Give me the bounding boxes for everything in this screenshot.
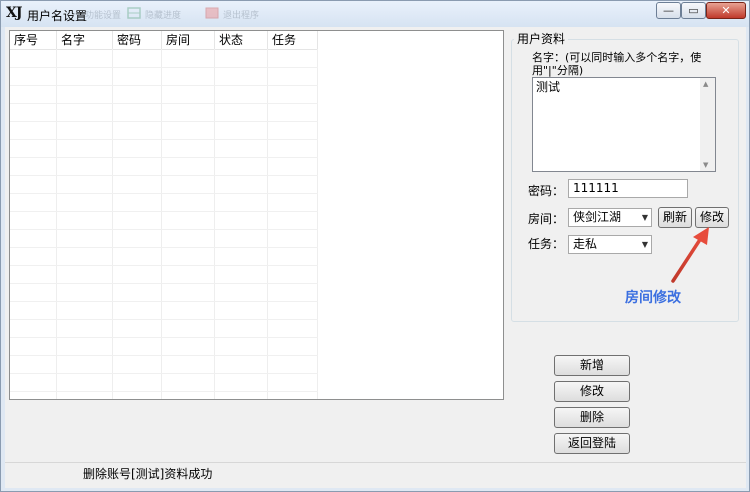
window-title: 用户名设置 xyxy=(27,9,88,23)
list-row-line xyxy=(10,229,318,230)
chevron-down-icon: ▼ xyxy=(641,213,648,222)
password-label: 密码： xyxy=(528,184,565,198)
list-row-line xyxy=(10,121,318,122)
close-icon: ✕ xyxy=(721,4,731,17)
list-row-line xyxy=(10,175,318,176)
close-button[interactable]: ✕ xyxy=(706,2,746,19)
modify-button[interactable]: 修改 xyxy=(554,381,630,402)
column-header-room[interactable]: 房间 xyxy=(162,31,215,49)
ghost-toolbar-item-2: 隐藏进度 xyxy=(145,11,182,21)
main-window: XJ 用户名设置 功能设置 隐藏进度 退出程序 — ▭ ✕ 序号 名字 密码 房… xyxy=(0,0,750,492)
title-bar[interactable]: XJ 用户名设置 功能设置 隐藏进度 退出程序 — ▭ ✕ xyxy=(1,1,749,27)
column-header-status[interactable]: 状态 xyxy=(215,31,268,49)
list-row-line xyxy=(10,139,318,140)
list-row-line xyxy=(10,319,318,320)
list-row-line xyxy=(10,301,318,302)
profile-group-title: 用户资料 xyxy=(514,32,569,46)
name-textarea-scrollbar[interactable]: ▲ ▼ xyxy=(700,78,715,171)
grid-line xyxy=(214,49,215,399)
list-row-line xyxy=(10,103,318,104)
minimize-button[interactable]: — xyxy=(656,2,681,19)
list-row-line xyxy=(10,67,318,68)
column-header-password[interactable]: 密码 xyxy=(113,31,162,49)
back-to-login-button[interactable]: 返回登陆 xyxy=(554,433,630,454)
app-logo: XJ xyxy=(6,5,22,21)
grid-line xyxy=(112,49,113,399)
list-row-line xyxy=(10,283,318,284)
room-select-value: 侠剑江湖 xyxy=(573,210,622,224)
maximize-icon: ▭ xyxy=(688,4,699,17)
add-button[interactable]: 新增 xyxy=(554,355,630,376)
room-modify-annotation: 房间修改 xyxy=(625,290,681,306)
delete-button[interactable]: 删除 xyxy=(554,407,630,428)
grid-line xyxy=(267,49,268,399)
column-header-task[interactable]: 任务 xyxy=(268,31,318,49)
ghost-toolbar-item-1: 功能设置 xyxy=(85,11,122,21)
user-list[interactable]: 序号 名字 密码 房间 状态 任务 xyxy=(9,30,504,400)
task-select[interactable]: 走私 ▼ xyxy=(568,235,652,254)
scroll-up-icon[interactable]: ▲ xyxy=(703,80,708,88)
list-row-line xyxy=(10,193,318,194)
grid-line xyxy=(317,49,318,399)
annotation-arrow-icon xyxy=(671,227,709,283)
name-textarea[interactable]: 测试 ▲ ▼ xyxy=(532,77,716,172)
grid-line xyxy=(161,49,162,399)
status-message: 删除账号[测试]资料成功 xyxy=(83,467,213,481)
list-row-line xyxy=(10,373,318,374)
chevron-down-icon: ▼ xyxy=(641,240,648,249)
name-hint-label: 名字：(可以同时输入多个名字，使用"|"分隔) xyxy=(532,51,702,77)
list-row-line xyxy=(10,211,318,212)
list-row-line xyxy=(10,265,318,266)
column-header-name[interactable]: 名字 xyxy=(57,31,113,49)
name-textarea-value: 测试 xyxy=(536,80,561,94)
client-area: 序号 名字 密码 房间 状态 任务 用户资料 名字：(可以同时输入多个名字，使用… xyxy=(5,27,746,487)
scroll-down-icon[interactable]: ▼ xyxy=(703,161,708,169)
task-label: 任务： xyxy=(528,237,565,251)
room-label: 房间： xyxy=(528,212,565,226)
status-bar: 删除账号[测试]资料成功 xyxy=(5,462,746,488)
room-select[interactable]: 侠剑江湖 ▼ xyxy=(568,208,652,227)
password-input[interactable]: 111111 xyxy=(568,179,688,198)
task-select-value: 走私 xyxy=(573,237,598,251)
list-row-line xyxy=(10,247,318,248)
column-header-index[interactable]: 序号 xyxy=(10,31,57,49)
ghost-grid-icon xyxy=(127,7,141,19)
list-header: 序号 名字 密码 房间 状态 任务 xyxy=(10,31,318,50)
list-row-line xyxy=(10,355,318,356)
list-row-line xyxy=(10,85,318,86)
ghost-exit-icon xyxy=(205,7,219,19)
list-row-line xyxy=(10,157,318,158)
maximize-button[interactable]: ▭ xyxy=(681,2,706,19)
list-row-line xyxy=(10,391,318,392)
ghost-toolbar-item-3: 退出程序 xyxy=(223,11,260,21)
list-row-line xyxy=(10,337,318,338)
grid-line xyxy=(56,49,57,399)
minimize-icon: — xyxy=(663,4,674,17)
